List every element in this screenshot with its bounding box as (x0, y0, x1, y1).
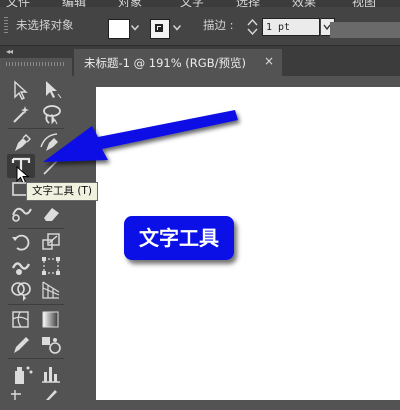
annotation-arrow (43, 110, 238, 162)
annotation-callout: 文字工具 (124, 216, 234, 260)
annotation-callout-label: 文字工具 (139, 226, 219, 250)
